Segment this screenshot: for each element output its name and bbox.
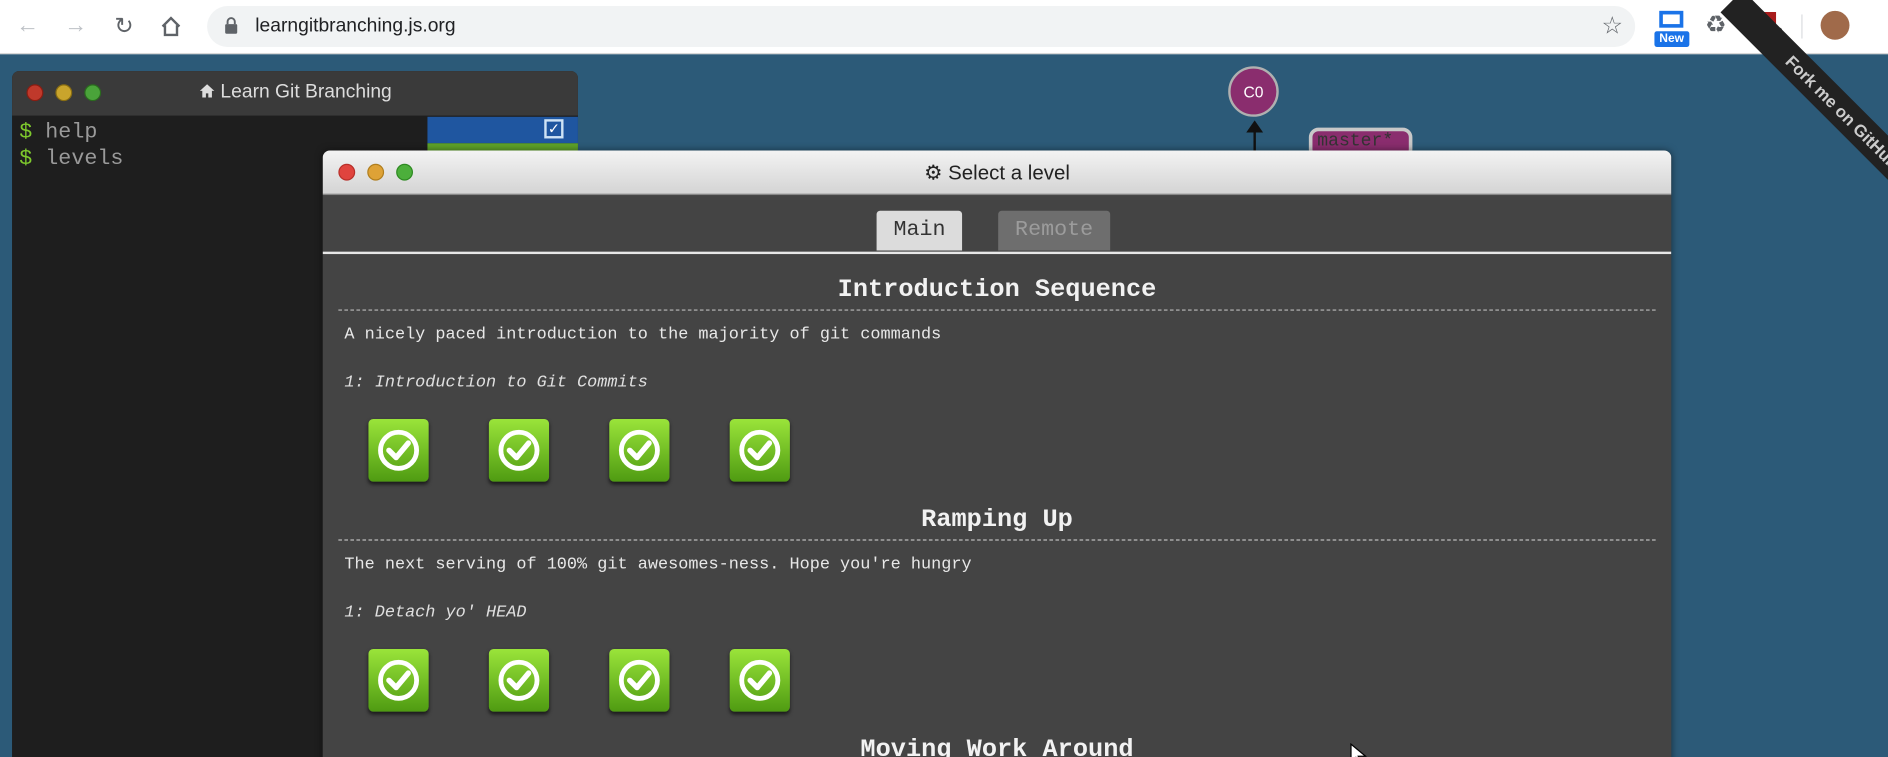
command-history-strip bbox=[427, 143, 578, 151]
forward-arrow-icon[interactable]: → bbox=[61, 12, 90, 41]
level-complete-checkmark-icon[interactable] bbox=[368, 419, 429, 482]
profile-avatar[interactable] bbox=[1820, 10, 1850, 40]
reload-icon[interactable]: ↻ bbox=[110, 12, 139, 41]
sequence-title: Ramping Up bbox=[338, 484, 1656, 541]
lock-icon bbox=[224, 17, 238, 41]
back-arrow-icon[interactable]: ← bbox=[13, 12, 42, 41]
commit-node: C0 bbox=[1228, 66, 1279, 117]
level-complete-checkmark-icon[interactable] bbox=[368, 649, 429, 712]
sequence-ramping-up: Ramping Up The next serving of 100% git … bbox=[323, 484, 1672, 714]
url-text[interactable]: learngitbranching.js.org bbox=[255, 16, 455, 38]
sequence-description: A nicely paced introduction to the major… bbox=[344, 325, 942, 345]
sequence-description: The next serving of 100% git awesomes-ne… bbox=[344, 555, 972, 575]
level-complete-checkmark-icon[interactable] bbox=[729, 649, 790, 712]
gear-icon: ⚙ bbox=[924, 161, 943, 185]
home-icon[interactable] bbox=[157, 12, 186, 41]
check-square-icon[interactable]: ✓ bbox=[544, 119, 564, 139]
level-complete-checkmark-icon[interactable] bbox=[609, 649, 670, 712]
new-badge: New bbox=[1654, 31, 1689, 47]
level-complete-checkmark-icon[interactable] bbox=[609, 419, 670, 482]
sequence-title: Introduction Sequence bbox=[338, 254, 1656, 311]
tab-remote[interactable]: Remote bbox=[998, 210, 1110, 251]
tab-main[interactable]: Main bbox=[876, 210, 963, 251]
selected-level-name: 1: Introduction to Git Commits bbox=[344, 373, 648, 393]
terminal-titlebar: Learn Git Branching bbox=[12, 71, 578, 116]
terminal-title: Learn Git Branching bbox=[12, 82, 578, 104]
sequence-moving-work-around: Moving Work Around bbox=[323, 714, 1672, 757]
tab-bar: Main Remote bbox=[322, 195, 1672, 255]
level-select-modal: ⚙ Select a level Main Remote Introductio… bbox=[322, 150, 1672, 757]
address-bar[interactable]: learngitbranching.js.org ☆ bbox=[207, 6, 1636, 47]
home-icon bbox=[198, 82, 220, 102]
toolbar-divider bbox=[1801, 14, 1803, 39]
level-complete-checkmark-icon[interactable] bbox=[488, 649, 550, 712]
level-icons-row bbox=[368, 419, 1655, 484]
level-icons-row bbox=[368, 649, 1655, 714]
bookmark-star-icon[interactable]: ☆ bbox=[1602, 11, 1624, 41]
command-history-header: ✓ bbox=[427, 116, 578, 144]
sequence-title: Moving Work Around bbox=[860, 736, 1134, 757]
modal-titlebar: ⚙ Select a level bbox=[322, 150, 1672, 196]
modal-title: ⚙ Select a level bbox=[924, 161, 1070, 185]
sequence-introduction: Introduction Sequence A nicely paced int… bbox=[323, 254, 1672, 484]
level-complete-checkmark-icon[interactable] bbox=[729, 419, 790, 482]
browser-toolbar: ← → ↻ learngitbranching.js.org ☆ New ♻ 2 bbox=[0, 0, 1888, 55]
mouse-cursor-icon bbox=[1350, 742, 1368, 757]
level-complete-checkmark-icon[interactable] bbox=[488, 419, 550, 482]
selected-level-name: 1: Detach yo' HEAD bbox=[344, 603, 527, 623]
